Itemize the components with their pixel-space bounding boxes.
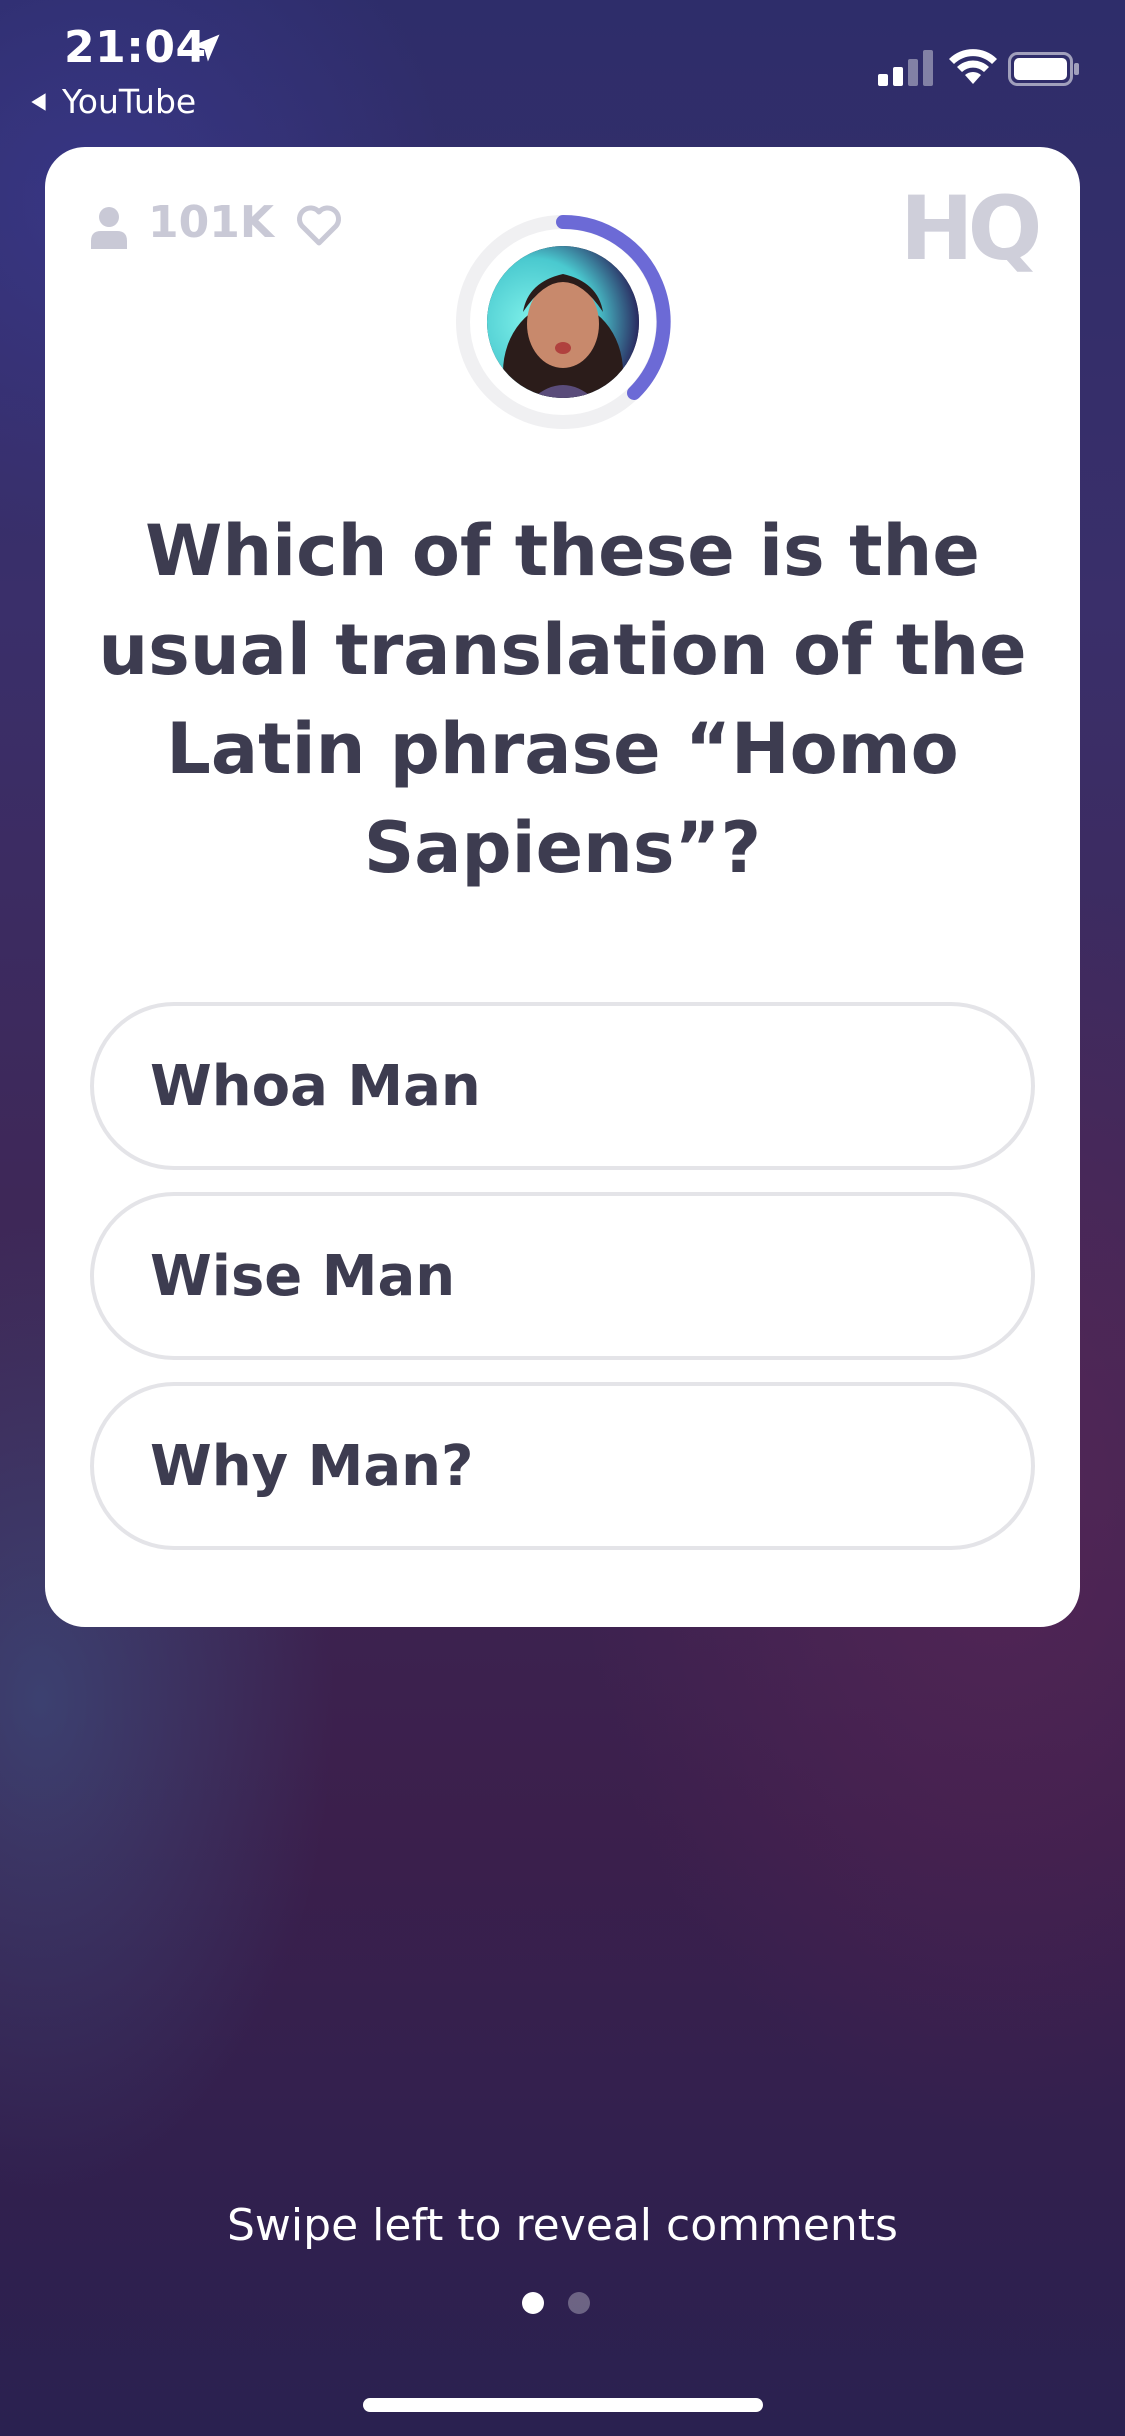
question-card: 101K HQ Which of these is the usual tran… bbox=[45, 147, 1080, 1627]
page-dot-active bbox=[522, 2292, 544, 2314]
wifi-icon bbox=[949, 49, 997, 84]
home-indicator[interactable] bbox=[363, 2398, 763, 2412]
answer-label: Wise Man bbox=[150, 1243, 456, 1309]
location-arrow-icon bbox=[192, 34, 220, 62]
page-indicator[interactable] bbox=[522, 2292, 590, 2314]
back-triangle-icon bbox=[31, 92, 46, 111]
viewer-person-icon bbox=[91, 207, 127, 249]
answer-label: Why Man? bbox=[150, 1433, 474, 1499]
answer-option-1[interactable]: Whoa Man bbox=[90, 1002, 1035, 1170]
viewer-count: 101K bbox=[148, 197, 274, 248]
hq-logo: HQ bbox=[900, 177, 1042, 280]
back-app-label: YouTube bbox=[62, 82, 197, 121]
answer-label: Whoa Man bbox=[150, 1053, 481, 1119]
heart-icon[interactable] bbox=[295, 203, 343, 247]
answer-option-2[interactable]: Wise Man bbox=[90, 1192, 1035, 1360]
battery-icon bbox=[1008, 52, 1079, 86]
swipe-hint: Swipe left to reveal comments bbox=[227, 2200, 898, 2251]
question-text: Which of these is the usual translation … bbox=[98, 510, 1027, 889]
host-timer bbox=[456, 214, 671, 429]
page-dot bbox=[568, 2292, 590, 2314]
status-time: 21:04 bbox=[64, 22, 207, 73]
back-to-app-link[interactable]: YouTube bbox=[28, 82, 196, 121]
cellular-signal-icon bbox=[878, 50, 933, 86]
answer-option-3[interactable]: Why Man? bbox=[90, 1382, 1035, 1550]
status-bar: 21:04 YouTube bbox=[0, 0, 1125, 130]
